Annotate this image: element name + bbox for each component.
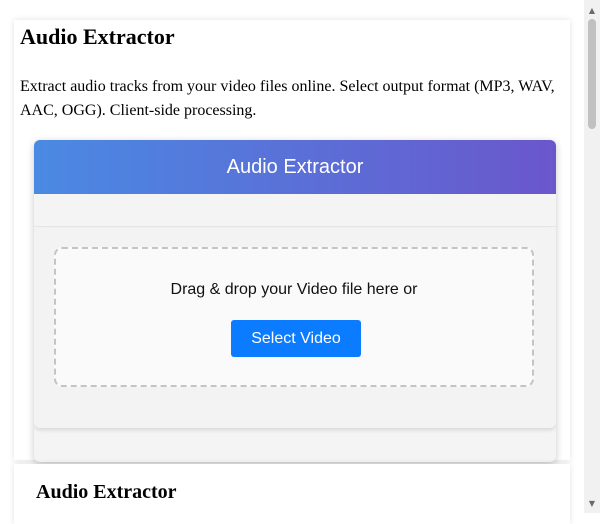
upload-panel: Drag & drop your Video file here or Sele… <box>34 228 556 428</box>
triangle-down-icon[interactable]: ▼ <box>584 495 600 511</box>
drop-zone-text: Drag & drop your Video file here or <box>170 281 418 298</box>
next-section-title: Audio Extractor <box>36 481 177 503</box>
page-description: Extract audio tracks from your video fil… <box>20 78 555 119</box>
video-drop-zone[interactable]: Drag & drop your Video file here or Sele… <box>54 247 534 387</box>
next-section-card: Audio Extractor <box>14 464 570 524</box>
scrollbar-thumb[interactable] <box>588 19 596 129</box>
triangle-up-icon[interactable]: ▲ <box>584 2 600 18</box>
tool-header: Audio Extractor <box>34 140 556 194</box>
audio-extractor-tool: Audio Extractor Drag & drop your Video f… <box>34 140 556 462</box>
select-video-button[interactable]: Select Video <box>231 320 361 357</box>
page-title: Audio Extractor <box>20 24 175 49</box>
page-scrollbar[interactable]: ▲ ▼ <box>584 0 600 513</box>
tool-header-title: Audio Extractor <box>226 155 364 178</box>
divider <box>34 226 556 227</box>
